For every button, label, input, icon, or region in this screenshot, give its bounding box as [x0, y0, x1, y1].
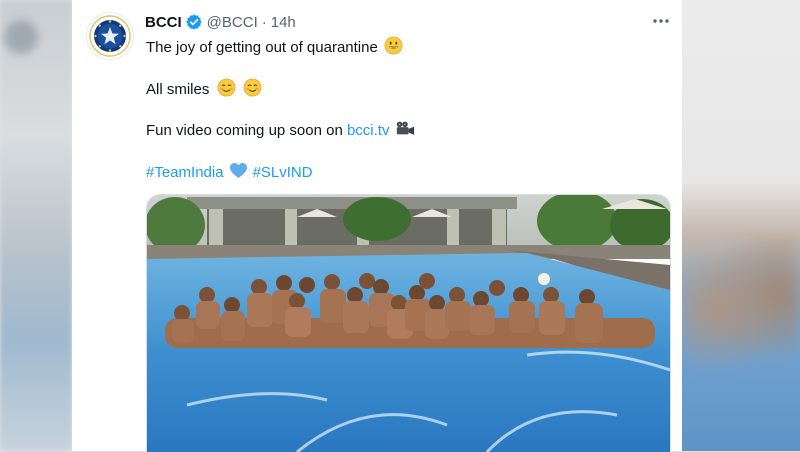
smiling-face-emoji-icon — [217, 78, 236, 101]
grinning-face-emoji-icon — [384, 36, 403, 59]
tweet-card[interactable]: BCCI @BCCI · 14h The joy of getting out … — [72, 0, 682, 452]
tweet-timestamp[interactable]: 14h — [271, 14, 296, 31]
avatar[interactable] — [86, 12, 134, 60]
movie-camera-emoji-icon — [395, 120, 415, 140]
tweet-text-smiles: All smiles — [146, 81, 210, 98]
bcci-tv-link[interactable]: bcci.tv — [347, 122, 390, 139]
verified-badge-icon — [185, 13, 203, 31]
tweet-text-line-2: All smiles — [146, 78, 262, 101]
tweet-header: BCCI @BCCI · 14h — [145, 13, 296, 31]
more-options-button[interactable] — [650, 12, 672, 30]
hashtag-teamindia[interactable]: #TeamIndia — [146, 164, 224, 181]
tweet-text-line-1: The joy of getting out of quarantine — [146, 36, 403, 59]
team-pool-photo — [147, 195, 670, 452]
author-handle[interactable]: @BCCI — [207, 14, 258, 31]
tweet-text-quarantine: The joy of getting out of quarantine — [146, 39, 378, 56]
tweet-hashtags: #TeamIndia #SLvIND — [146, 162, 313, 183]
tweet-text-line-3: Fun video coming up soon on bcci.tv — [146, 120, 415, 140]
background-right — [682, 0, 800, 451]
smiling-face-emoji-icon — [243, 78, 262, 101]
separator-dot: · — [261, 13, 267, 31]
tweet-text-fun-video: Fun video coming up soon on — [146, 121, 347, 139]
blue-heart-emoji-icon — [229, 162, 248, 183]
tweet-photo[interactable] — [146, 194, 671, 452]
author-name[interactable]: BCCI — [145, 14, 182, 31]
hashtag-slvind[interactable]: #SLvIND — [253, 164, 313, 181]
bcci-logo-icon — [89, 15, 131, 57]
more-horizontal-icon — [653, 19, 669, 23]
background-left — [0, 0, 72, 451]
